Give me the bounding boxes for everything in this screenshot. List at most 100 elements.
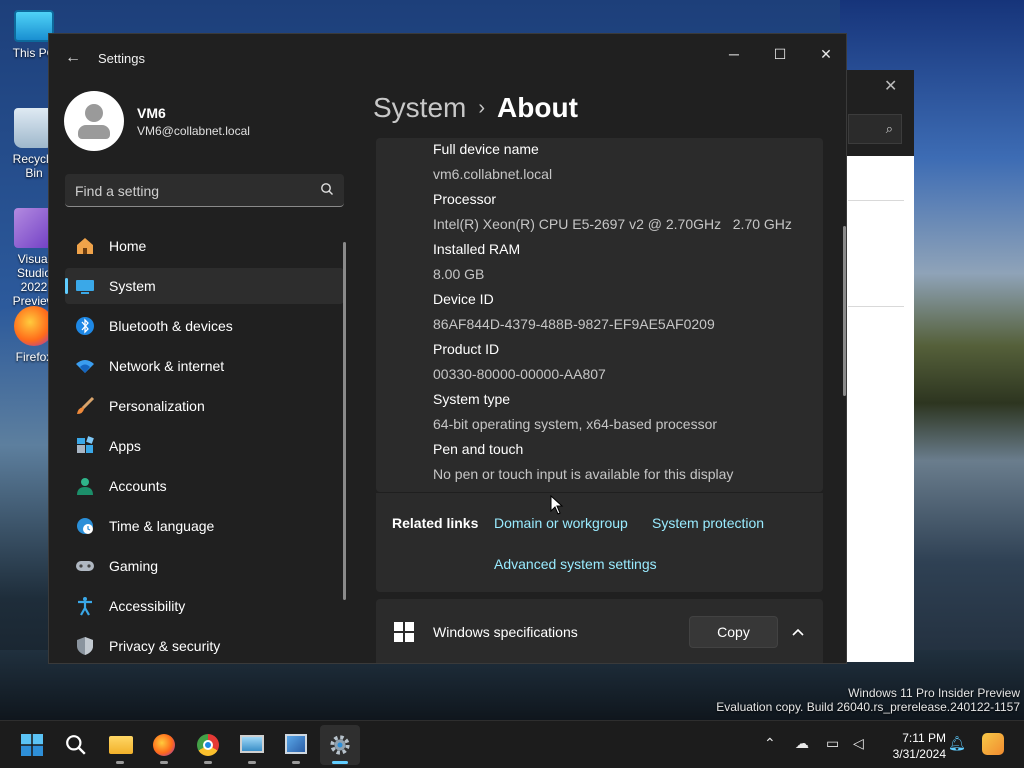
- user-name: VM6: [137, 105, 166, 121]
- running-indicator: [116, 761, 124, 764]
- copilot-preview-icon[interactable]: [982, 733, 1004, 755]
- show-hidden-icons-chevron-icon[interactable]: ⌃: [764, 735, 776, 752]
- watermark-line: Evaluation copy. Build 26040.rs_prerelea…: [716, 700, 1020, 714]
- content-scrollbar[interactable]: [843, 226, 846, 396]
- spec-label: Pen and touch: [433, 441, 524, 457]
- windows-specifications-title: Windows specifications: [433, 624, 578, 640]
- related-links: Related links Domain or workgroup System…: [376, 492, 823, 592]
- running-indicator: [204, 761, 212, 764]
- sidebar-item-label: Gaming: [109, 558, 159, 574]
- spec-label: Full device name: [433, 141, 539, 157]
- taskbar-search-button[interactable]: [56, 725, 96, 765]
- copy-button[interactable]: Copy: [689, 616, 778, 648]
- link-advanced-system-settings[interactable]: Advanced system settings: [494, 556, 657, 572]
- sidebar-scrollbar[interactable]: [343, 242, 346, 600]
- remote-desktop-icon: [240, 735, 264, 753]
- taskbar-file-explorer[interactable]: [100, 725, 140, 765]
- taskbar-firefox[interactable]: [144, 725, 184, 765]
- search-input[interactable]: [75, 181, 305, 201]
- spec-value: 8.00 GB: [433, 266, 485, 282]
- sidebar-item-apps[interactable]: Apps: [65, 428, 344, 464]
- sidebar-item-label: System: [109, 278, 156, 294]
- firefox-icon: [153, 734, 175, 756]
- wifi-icon: [76, 360, 94, 373]
- device-specs-card: Full device name vm6.collabnet.local Pro…: [376, 138, 823, 492]
- network-tool-icon: [285, 734, 307, 754]
- clock-date: 3/31/2024: [892, 747, 946, 761]
- user-email: VM6@collabnet.local: [137, 124, 250, 138]
- spec-label: Installed RAM: [433, 241, 521, 257]
- sidebar-item-time-language[interactable]: Time & language: [65, 508, 344, 544]
- back-arrow-icon[interactable]: ←: [63, 48, 83, 68]
- titlebar: ← Settings ─ ☐ ✕: [49, 34, 846, 82]
- notification-bell-icon[interactable]: 🔔︎: [948, 735, 966, 752]
- sidebar-item-label: Privacy & security: [109, 638, 221, 654]
- spec-value: 64-bit operating system, x64-based proce…: [433, 416, 718, 432]
- sidebar-item-accessibility[interactable]: Accessibility: [65, 588, 344, 624]
- running-indicator: [248, 761, 256, 764]
- background-window-search[interactable]: ⌕: [848, 114, 902, 144]
- sidebar-item-accounts[interactable]: Accounts: [65, 468, 344, 504]
- related-links-title: Related links: [392, 515, 479, 531]
- network-status-icon[interactable]: ▭: [826, 735, 839, 752]
- gamepad-icon: [76, 561, 94, 571]
- taskbar-settings[interactable]: [320, 725, 360, 765]
- watermark-line: Windows 11 Pro Insider Preview: [848, 686, 1020, 700]
- sidebar-item-gaming[interactable]: Gaming: [65, 548, 344, 584]
- maximize-button[interactable]: ☐: [757, 38, 803, 70]
- spec-label: System type: [433, 391, 511, 407]
- breadcrumb-parent[interactable]: System: [373, 92, 466, 123]
- sidebar-item-label: Accounts: [109, 478, 167, 494]
- sidebar-item-personalization[interactable]: Personalization: [65, 388, 344, 424]
- running-indicator: [160, 761, 168, 764]
- taskbar-remote-desktop[interactable]: [232, 725, 272, 765]
- sidebar-item-label: Accessibility: [109, 598, 186, 614]
- sidebar-item-bluetooth[interactable]: Bluetooth & devices: [65, 308, 344, 344]
- sidebar-item-home[interactable]: Home: [65, 228, 344, 264]
- divider: [848, 200, 904, 201]
- link-system-protection[interactable]: System protection: [652, 515, 764, 531]
- minimize-button[interactable]: ─: [711, 38, 757, 70]
- spec-label: Device ID: [433, 291, 494, 307]
- spec-value: 00330-80000-00000-AA807: [433, 366, 606, 382]
- taskbar: ⌃ ☁ ▭ ◁ 7:11 PM 3/31/2024 🔔︎: [0, 720, 1024, 768]
- search-icon[interactable]: [320, 182, 334, 196]
- close-icon[interactable]: ✕: [884, 76, 897, 96]
- clock-time: 7:11 PM: [902, 731, 946, 745]
- sidebar-item-label: Home: [109, 238, 147, 254]
- mouse-cursor-icon: [550, 495, 564, 515]
- sidebar-item-label: Apps: [109, 438, 141, 454]
- avatar-body: [78, 125, 110, 139]
- close-button[interactable]: ✕: [803, 38, 846, 70]
- search-box[interactable]: [65, 174, 344, 207]
- divider: [848, 306, 904, 307]
- avatar-head: [85, 104, 103, 122]
- sidebar-item-label: Time & language: [109, 518, 215, 534]
- chrome-center: [203, 740, 213, 750]
- apps-icon: [77, 436, 94, 453]
- link-domain-workgroup[interactable]: Domain or workgroup: [494, 515, 628, 531]
- shield-icon: [77, 637, 93, 655]
- globe-clock-icon: [77, 518, 93, 534]
- taskbar-network-tool[interactable]: [276, 725, 316, 765]
- page-title: About: [497, 92, 578, 123]
- running-indicator: [292, 761, 300, 764]
- taskbar-chrome[interactable]: [188, 725, 228, 765]
- sidebar-item-label: Personalization: [109, 398, 205, 414]
- speaker-muted-icon[interactable]: ◁: [853, 735, 864, 752]
- windows-specifications-header[interactable]: Windows specifications Copy: [376, 599, 823, 663]
- spec-value: No pen or touch input is available for t…: [433, 466, 734, 482]
- spec-label: Product ID: [433, 341, 500, 357]
- brush-icon: [77, 396, 95, 414]
- cloud-off-icon[interactable]: ☁: [795, 735, 809, 752]
- sidebar-item-system[interactable]: System: [65, 268, 344, 304]
- chevron-up-icon[interactable]: [790, 624, 806, 640]
- start-button[interactable]: [12, 725, 52, 765]
- clock[interactable]: 7:11 PM 3/31/2024: [880, 730, 946, 762]
- avatar[interactable]: [64, 91, 124, 151]
- sidebar-item-privacy[interactable]: Privacy & security: [65, 628, 344, 663]
- sidebar-nav: Home System Bluetooth & devices Network …: [65, 228, 344, 663]
- sidebar-item-network[interactable]: Network & internet: [65, 348, 344, 384]
- home-icon: [77, 238, 93, 254]
- system-icon: [76, 280, 94, 294]
